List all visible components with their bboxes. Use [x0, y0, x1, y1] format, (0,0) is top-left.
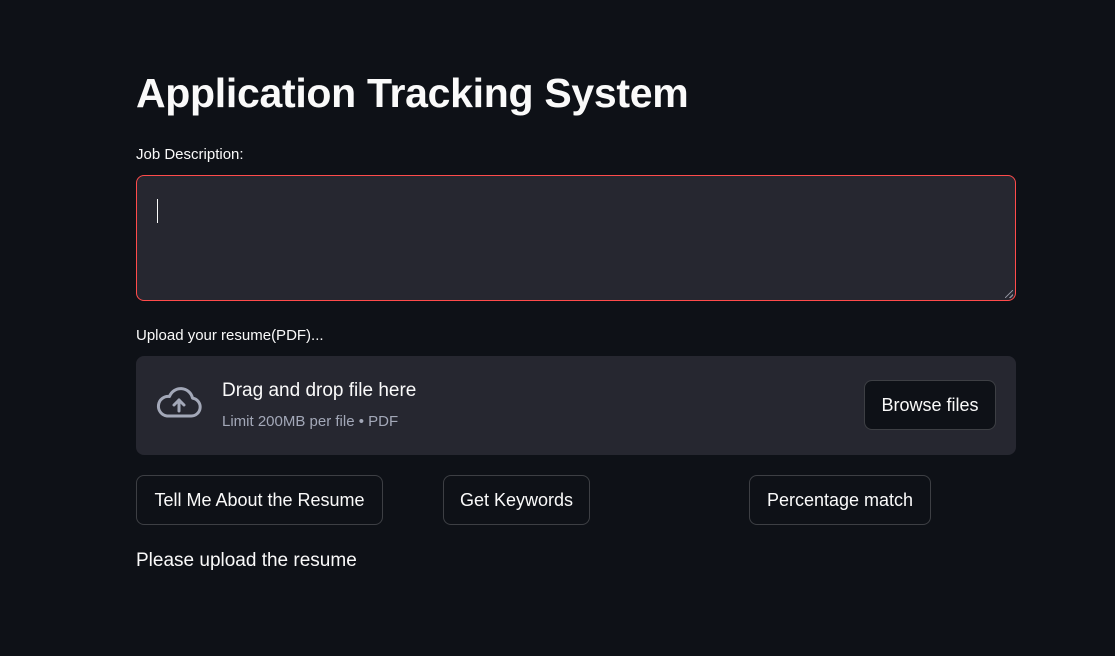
file-dropzone[interactable]: Drag and drop file here Limit 200MB per … [136, 356, 1016, 455]
dropzone-limit-text: Limit 200MB per file • PDF [222, 413, 399, 430]
percentage-match-button[interactable]: Percentage match [749, 475, 931, 525]
status-message: Please upload the resume [136, 550, 357, 571]
job-description-input[interactable] [137, 176, 1015, 300]
resize-handle[interactable] [1005, 290, 1013, 298]
job-description-field-wrapper [136, 175, 1016, 301]
dropzone-title: Drag and drop file here [222, 380, 417, 401]
page-title: Application Tracking System [136, 70, 689, 116]
browse-files-button[interactable]: Browse files [864, 380, 996, 430]
get-keywords-button[interactable]: Get Keywords [443, 475, 590, 525]
resume-upload-label: Upload your resume(PDF)... [136, 327, 324, 344]
tell-me-about-resume-button[interactable]: Tell Me About the Resume [136, 475, 383, 525]
text-caret [157, 199, 158, 223]
cloud-upload-icon [157, 387, 202, 418]
job-description-label: Job Description: [136, 146, 244, 163]
